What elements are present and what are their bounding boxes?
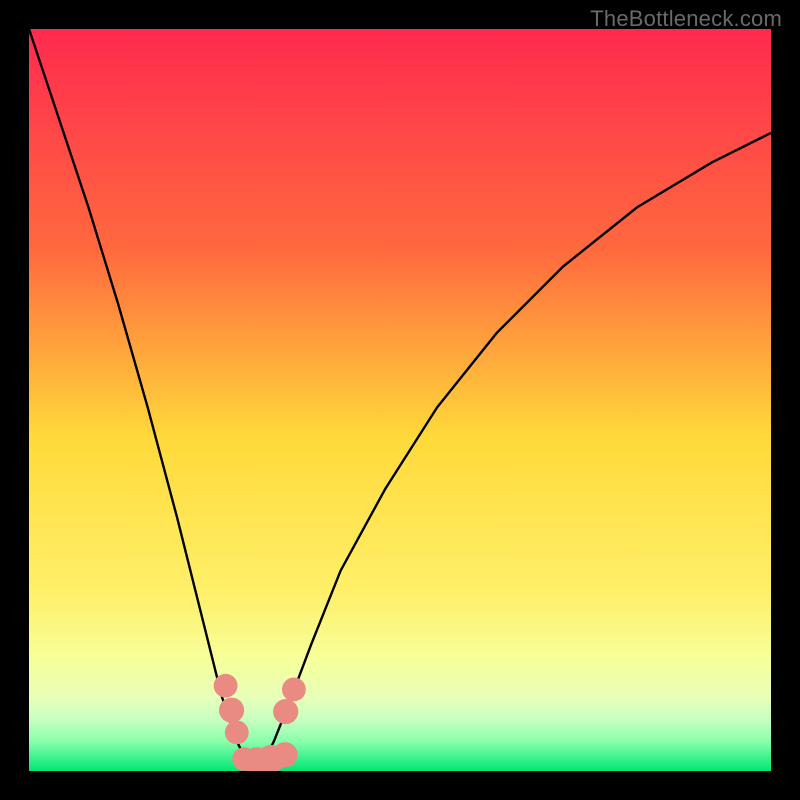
left-cluster-2 bbox=[219, 698, 244, 723]
left-cluster-1 bbox=[214, 674, 238, 698]
left-cluster-3 bbox=[225, 721, 249, 745]
right-cluster-1 bbox=[273, 699, 298, 724]
bottleneck-chart bbox=[29, 29, 771, 771]
right-cluster-2 bbox=[282, 678, 306, 702]
gradient-background bbox=[29, 29, 771, 771]
plot-area bbox=[29, 29, 771, 771]
chart-container: TheBottleneck.com bbox=[0, 0, 800, 800]
bottom-4 bbox=[272, 742, 297, 767]
watermark-text: TheBottleneck.com bbox=[590, 6, 782, 32]
